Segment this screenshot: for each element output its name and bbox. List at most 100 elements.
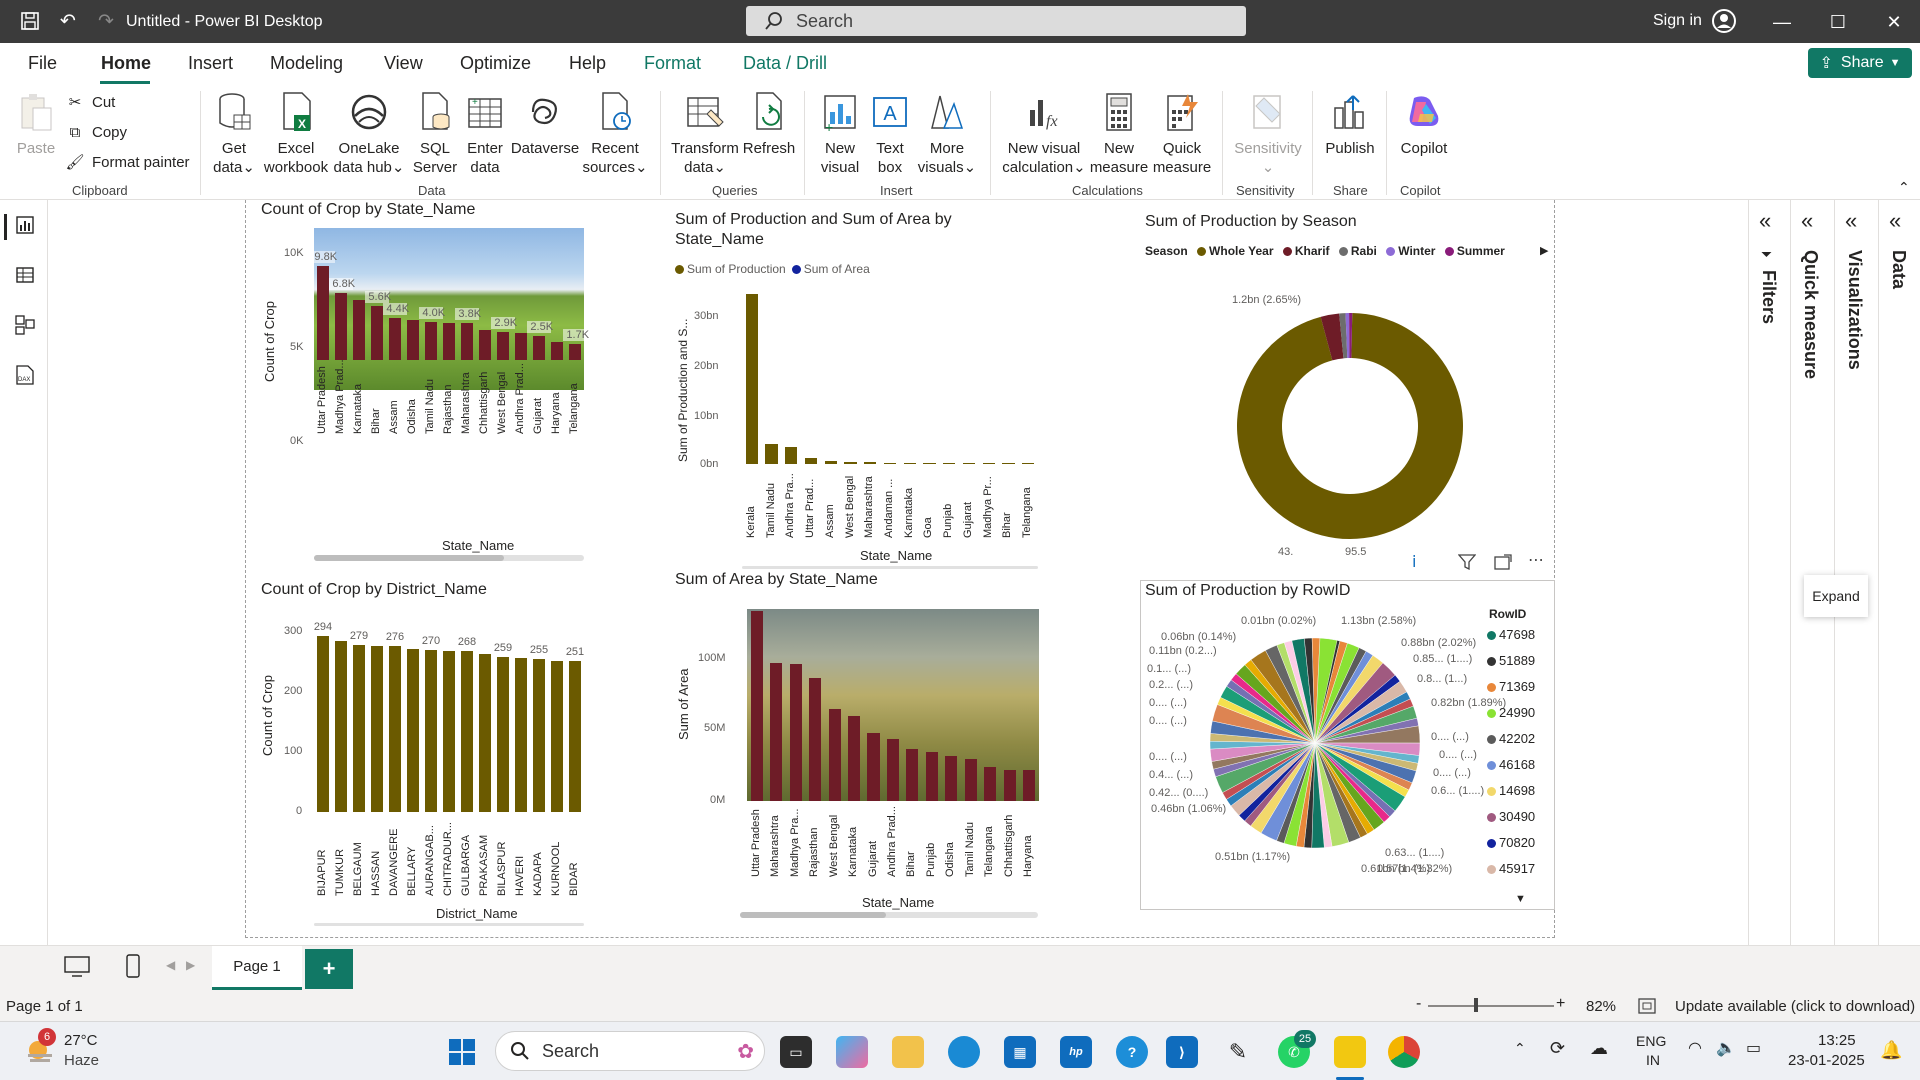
menu-file[interactable]: File <box>28 53 57 74</box>
sql-server-button[interactable]: SQL Server <box>410 91 460 177</box>
notification-bell-icon[interactable]: 🔔 <box>1880 1040 1902 1061</box>
scrollbar-thumb[interactable] <box>740 912 886 918</box>
new-visual-calculation-button[interactable]: fx New visual calculation⌄ <box>996 91 1092 177</box>
dax-query-view-icon[interactable]: DAX <box>12 362 38 388</box>
taskbar-search[interactable]: Search ✿ <box>495 1031 765 1071</box>
excel-workbook-button[interactable]: X Excel workbook <box>262 91 330 177</box>
horizontal-scrollbar[interactable] <box>314 923 584 926</box>
dataverse-button[interactable]: Dataverse <box>510 91 580 158</box>
battery-icon[interactable]: ▭ <box>1746 1038 1761 1058</box>
data-pane[interactable]: « Data <box>1878 200 1918 945</box>
maximize-icon[interactable]: ☐ <box>1814 6 1862 38</box>
sign-in-button[interactable]: Sign in <box>1653 12 1702 30</box>
region-code[interactable]: IN <box>1646 1052 1660 1068</box>
hp-icon[interactable]: hp <box>1060 1036 1092 1068</box>
title-search-box[interactable]: Search <box>746 6 1246 36</box>
quick-measure-button[interactable]: Quick measure <box>1146 91 1218 177</box>
text-box-button[interactable]: A Text box <box>866 91 914 177</box>
get-data-button[interactable]: Get data⌄ <box>208 91 260 177</box>
file-explorer-icon[interactable] <box>892 1036 924 1068</box>
scrollbar-thumb[interactable] <box>314 555 504 561</box>
menu-data-drill[interactable]: Data / Drill <box>743 53 827 74</box>
expand-filters-icon[interactable]: « <box>1759 208 1771 234</box>
recent-sources-button[interactable]: Recent sources⌄ <box>582 91 648 177</box>
page-tab[interactable]: Page 1 <box>212 946 302 990</box>
copilot-button[interactable]: Copilot <box>1392 91 1456 158</box>
new-visual-button[interactable]: + New visual <box>812 91 868 177</box>
chart-production-season[interactable]: Sum of Production by Season Season Whole… <box>1140 210 1555 575</box>
help-icon[interactable]: ? <box>1116 1036 1148 1068</box>
quick-measure-pane[interactable]: « Quick measure <box>1790 200 1830 945</box>
cut-button[interactable]: ✂ Cut <box>66 93 116 112</box>
update-notice[interactable]: Update available (click to download) <box>1675 998 1915 1015</box>
undo-icon[interactable]: ↶ <box>56 9 80 33</box>
desktop-layout-icon[interactable] <box>64 956 90 983</box>
add-page-button[interactable]: + <box>305 949 353 989</box>
network-off-icon[interactable]: ☁ <box>1590 1038 1608 1059</box>
report-view-icon[interactable] <box>12 212 38 238</box>
prev-page-icon[interactable]: ◀ <box>166 958 175 972</box>
publish-button[interactable]: Publish <box>1318 91 1382 158</box>
expand-visualizations-icon[interactable]: « <box>1845 208 1857 234</box>
more-options-icon[interactable]: ⋯ <box>1528 550 1544 570</box>
paste-button[interactable]: Paste <box>14 91 58 158</box>
clock-time[interactable]: 13:25 <box>1818 1032 1856 1049</box>
chart-production-area-state[interactable]: Sum of Production and Sum of Area by Sta… <box>672 210 1072 570</box>
collapse-ribbon-icon[interactable]: ⌃ <box>1898 179 1910 196</box>
zoom-slider-thumb[interactable] <box>1474 998 1478 1012</box>
store-icon[interactable]: ▦ <box>1004 1036 1036 1068</box>
more-visuals-button[interactable]: More visuals⌄ <box>914 91 980 177</box>
format-painter-button[interactable]: 🖌 Format painter <box>65 153 189 172</box>
language-code[interactable]: ENG <box>1636 1033 1666 1049</box>
new-measure-button[interactable]: New measure <box>1088 91 1150 177</box>
wifi-icon[interactable]: ◠ <box>1688 1038 1702 1058</box>
filter-icon[interactable] <box>1457 554 1477 575</box>
legend-scroll-down-icon[interactable]: ▼ <box>1515 893 1526 905</box>
next-page-icon[interactable]: ▶ <box>186 958 195 972</box>
menu-view[interactable]: View <box>384 53 423 74</box>
legend-next-arrow-icon[interactable]: ▶ <box>1540 244 1548 257</box>
horizontal-scrollbar[interactable] <box>314 555 584 561</box>
share-button[interactable]: ⇪ Share ▼ <box>1808 48 1912 78</box>
show-hidden-icons[interactable]: ⌃ <box>1514 1040 1526 1057</box>
close-icon[interactable]: ✕ <box>1870 6 1918 38</box>
vscode-icon[interactable]: ⟩ <box>1166 1036 1198 1068</box>
chart-count-crop-district[interactable]: Count of Crop by District_Name Count of … <box>256 578 656 928</box>
pen-tool-icon[interactable]: ✎ <box>1222 1036 1254 1068</box>
clock-date[interactable]: 23-01-2025 <box>1788 1052 1865 1069</box>
visualizations-pane[interactable]: « Visualizations <box>1834 200 1874 945</box>
save-icon[interactable] <box>18 9 42 33</box>
transform-data-button[interactable]: Transform data⌄ <box>668 91 742 177</box>
sensitivity-button[interactable]: Sensitivity ⌄ <box>1228 91 1308 177</box>
menu-optimize[interactable]: Optimize <box>460 53 531 74</box>
menu-modeling[interactable]: Modeling <box>270 53 343 74</box>
expand-quick-measure-icon[interactable]: « <box>1801 208 1813 234</box>
copilot-taskbar-icon[interactable] <box>836 1036 868 1068</box>
zoom-out-button[interactable]: - <box>1416 995 1421 1013</box>
menu-format[interactable]: Format <box>644 53 701 74</box>
filters-pane[interactable]: « ⏷ Filters <box>1748 200 1788 945</box>
enter-data-button[interactable]: + Enter data <box>462 91 508 177</box>
minimize-icon[interactable]: — <box>1758 6 1806 38</box>
refresh-button[interactable]: Refresh <box>740 91 798 158</box>
menu-insert[interactable]: Insert <box>188 53 233 74</box>
chart-count-crop-state[interactable]: Count of Crop by State_Name Count of Cro… <box>256 200 656 565</box>
table-view-icon[interactable] <box>12 262 38 288</box>
copy-button[interactable]: ⧉ Copy <box>66 123 127 141</box>
task-view-icon[interactable]: ▭ <box>780 1036 812 1068</box>
volume-icon[interactable]: 🔈 <box>1716 1038 1736 1058</box>
account-icon[interactable] <box>1712 9 1736 38</box>
sync-icon[interactable]: ⟳ <box>1550 1038 1565 1059</box>
power-bi-taskbar-icon[interactable] <box>1334 1036 1366 1068</box>
info-icon[interactable]: ⅰ <box>1412 552 1416 572</box>
chart-production-rowid[interactable]: Sum of Production by RowID RowID 47698 51… <box>1140 580 1555 910</box>
horizontal-scrollbar[interactable] <box>740 912 1038 918</box>
chrome-icon[interactable] <box>1388 1036 1420 1068</box>
edge-icon[interactable] <box>948 1036 980 1068</box>
expand-data-icon[interactable]: « <box>1889 208 1901 234</box>
zoom-slider[interactable] <box>1428 1005 1554 1007</box>
menu-home[interactable]: Home <box>101 53 151 74</box>
focus-mode-icon[interactable] <box>1494 554 1512 575</box>
windows-start-icon[interactable] <box>446 1036 478 1068</box>
menu-help[interactable]: Help <box>569 53 606 74</box>
